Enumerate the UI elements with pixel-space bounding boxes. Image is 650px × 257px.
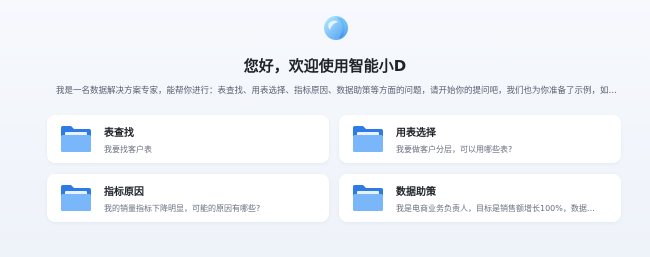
- welcome-title: 您好，欢迎使用智能小D: [243, 57, 407, 75]
- card-title: 用表选择: [396, 128, 436, 139]
- card-data-strategy[interactable]: 数据助策 我是电商业务负责人，目标是销售额增长100%，数据…: [339, 174, 621, 222]
- welcome-intro: 我是一名数据解决方案专家，能帮你进行：表查找、用表选择、指标原因、数据助策等方面…: [56, 86, 618, 96]
- card-table-search[interactable]: 表查找 我要找客户表: [47, 115, 329, 163]
- folder-icon: [61, 126, 91, 152]
- folder-icon: [353, 126, 383, 152]
- card-title: 指标原因: [104, 187, 144, 198]
- assistant-logo-icon: [324, 16, 348, 40]
- card-table-selection[interactable]: 用表选择 我要做客户分层，可以用哪些表?: [339, 115, 621, 163]
- card-description: 我的销量指标下降明显，可能的原因有哪些?: [104, 204, 261, 213]
- card-title: 表查找: [104, 128, 134, 139]
- folder-icon: [353, 185, 383, 211]
- card-description: 我是电商业务负责人，目标是销售额增长100%，数据…: [396, 204, 595, 213]
- card-description: 我要做客户分层，可以用哪些表?: [396, 145, 513, 154]
- card-description: 我要找客户表: [104, 145, 152, 154]
- card-metric-reason[interactable]: 指标原因 我的销量指标下降明显，可能的原因有哪些?: [47, 174, 329, 222]
- folder-icon: [61, 185, 91, 211]
- card-title: 数据助策: [396, 187, 436, 198]
